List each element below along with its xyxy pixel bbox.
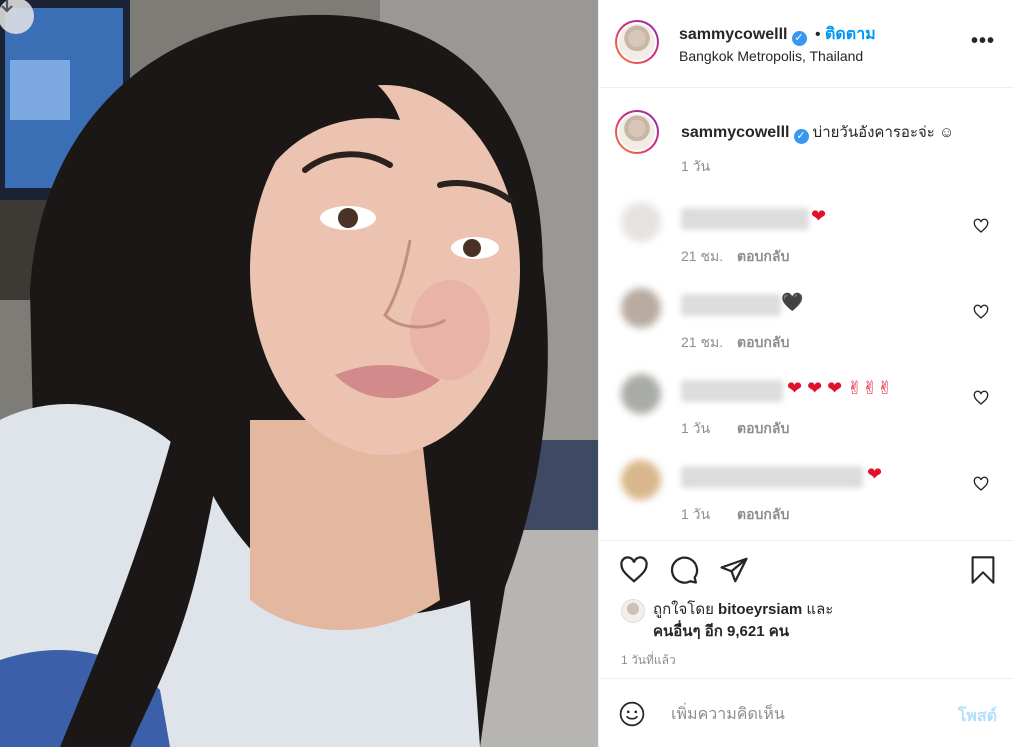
avatar[interactable] xyxy=(615,20,659,64)
likes-joiner: และ xyxy=(806,601,834,618)
caption-text: บ่ายวันอังคารอะจ่ะ ☺ xyxy=(812,124,955,141)
posted-time[interactable]: 1 วันที่แล้ว xyxy=(621,651,676,670)
heart-icon[interactable] xyxy=(973,304,989,320)
caption-time[interactable]: 1 วัน xyxy=(681,156,710,178)
separator-dot: • xyxy=(814,26,821,43)
comment-time[interactable]: 1 วัน xyxy=(681,504,710,526)
comment-item: ❤ ❤ ❤ ✌✌✌ 1 วัน ตอบกลับ xyxy=(599,366,1014,452)
comment-text: ❤ ❤ ❤ ✌✌✌ xyxy=(787,378,893,398)
comment-text: 🖤 xyxy=(781,292,804,312)
comment-text: ❤ xyxy=(867,464,883,484)
selfie-image xyxy=(0,0,598,747)
post-button[interactable]: โพสต์ xyxy=(958,704,997,729)
smiley-icon[interactable] xyxy=(619,701,645,727)
comments-section[interactable]: sammycowelll ✓ บ่ายวันอังคารอะจ่ะ ☺ 1 วัน… xyxy=(599,88,1014,540)
comment-avatar[interactable] xyxy=(621,460,661,500)
comment-icon[interactable] xyxy=(669,555,699,585)
follow-button[interactable]: ติดตาม xyxy=(825,26,876,43)
comment-username-blurred[interactable] xyxy=(681,294,781,316)
location-link[interactable]: Bangkok Metropolis, Thailand xyxy=(679,48,863,64)
likes-prefix: ถูกใจโดย xyxy=(653,601,714,618)
comment-time[interactable]: 1 วัน xyxy=(681,418,710,440)
likes-others[interactable]: คนอื่นๆ อีก 9,621 คน xyxy=(653,623,789,640)
header-username[interactable]: sammycowelll xyxy=(679,26,788,43)
comment-text: ❤ xyxy=(811,206,827,226)
comment-avatar[interactable] xyxy=(621,374,661,414)
heart-icon[interactable] xyxy=(973,476,989,492)
more-icon[interactable]: ••• xyxy=(971,30,995,53)
heart-icon[interactable] xyxy=(973,390,989,406)
post-panel: sammycowelll ✓ • ติดตาม Bangkok Metropoli… xyxy=(598,0,1014,747)
verified-icon: ✓ xyxy=(791,31,807,46)
comment-time[interactable]: 21 ชม. xyxy=(681,246,723,268)
caption-username[interactable]: sammycowelll xyxy=(681,124,790,141)
download-icon xyxy=(1,0,13,13)
share-icon[interactable] xyxy=(719,555,749,585)
post-photo[interactable] xyxy=(0,0,598,747)
comment-item: 🖤 21 ชม. ตอบกลับ xyxy=(599,280,1014,366)
comment-username-blurred[interactable] xyxy=(681,208,809,230)
reply-button[interactable]: ตอบกลับ xyxy=(737,504,789,526)
comment-username-blurred[interactable] xyxy=(681,380,783,402)
reply-button[interactable]: ตอบกลับ xyxy=(737,418,789,440)
comment-input[interactable] xyxy=(669,699,943,731)
post-actions: ถูกใจโดย bitoeyrsiam และ คนอื่นๆ อีก 9,6… xyxy=(599,540,1014,678)
caption: sammycowelll ✓ บ่ายวันอังคารอะจ่ะ ☺ xyxy=(681,120,1001,144)
caption-avatar[interactable] xyxy=(615,110,659,154)
add-comment-bar: โพสต์ xyxy=(599,678,1014,747)
comment-item: ❤ 21 ชม. ตอบกลับ xyxy=(599,194,1014,280)
reply-button[interactable]: ตอบกลับ xyxy=(737,246,789,268)
like-heart-icon[interactable] xyxy=(619,555,649,585)
heart-icon[interactable] xyxy=(973,218,989,234)
comment-time[interactable]: 21 ชม. xyxy=(681,332,723,354)
verified-icon: ✓ xyxy=(793,129,809,144)
bookmark-icon[interactable] xyxy=(969,555,997,585)
comment-avatar[interactable] xyxy=(621,288,661,328)
reply-button[interactable]: ตอบกลับ xyxy=(737,332,789,354)
comment-avatar[interactable] xyxy=(621,202,661,242)
post-header: sammycowelll ✓ • ติดตาม Bangkok Metropoli… xyxy=(599,0,1014,88)
liker-username[interactable]: bitoeyrsiam xyxy=(718,601,802,618)
liker-avatar[interactable] xyxy=(621,599,645,623)
comment-username-blurred[interactable] xyxy=(681,466,863,488)
comment-item: ❤ 1 วัน ตอบกลับ xyxy=(599,452,1014,538)
